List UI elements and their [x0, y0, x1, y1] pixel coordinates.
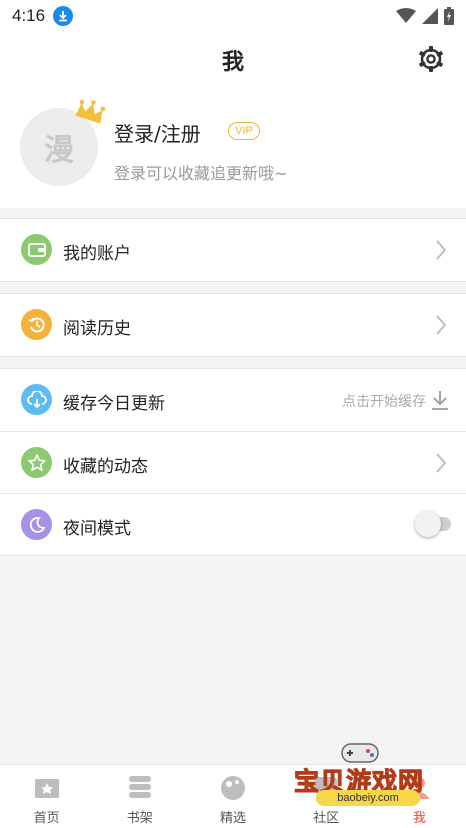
tab-featured[interactable]: 精选 [186, 765, 279, 828]
menu-label-night-mode: 夜间模式 [63, 519, 131, 539]
signal-icon [422, 8, 438, 24]
avatar-placeholder-text: 漫 [44, 133, 74, 168]
community-icon [315, 777, 338, 799]
tab-label-featured: 精选 [220, 811, 247, 826]
gamepad-icon [341, 743, 379, 763]
login-register-link[interactable]: 登录/注册 [114, 118, 201, 147]
wallet-icon [21, 234, 52, 265]
profile-card[interactable]: 漫 登录/注册 VIP 登录可以收藏追更新哦~ [0, 90, 466, 208]
history-icon [21, 309, 52, 340]
battery-icon [444, 7, 454, 25]
menu-label-cache: 缓存今日更新 [63, 394, 165, 414]
menu-item-account[interactable]: 我的账户 [0, 219, 466, 281]
toggle-knob [415, 511, 441, 537]
night-mode-toggle[interactable] [415, 511, 451, 537]
tab-label-community: 社区 [313, 811, 340, 826]
settings-gear-icon[interactable] [416, 44, 446, 74]
tab-community[interactable]: 社区 [280, 765, 373, 828]
chevron-right-icon [436, 453, 447, 473]
status-time: 4:16 [12, 6, 46, 25]
cloud-download-icon [21, 384, 52, 415]
bookshelf-icon [128, 776, 151, 798]
star-icon [21, 447, 52, 478]
tab-bookshelf[interactable]: 书架 [93, 765, 186, 828]
profile-icon [408, 777, 431, 799]
vip-badge: VIP [228, 122, 260, 140]
home-icon [34, 779, 59, 798]
tab-label-profile: 我 [412, 811, 426, 826]
featured-icon [221, 776, 245, 800]
menu-label-account: 我的账户 [63, 244, 131, 264]
wifi-icon [396, 8, 416, 23]
status-bar: 4:16 [0, 0, 466, 32]
chevron-right-icon [436, 315, 447, 335]
page-header: 我 [0, 32, 466, 90]
cache-start-hint[interactable]: 点击开始缓存 [342, 391, 426, 411]
menu-item-cache[interactable]: 缓存今日更新 点击开始缓存 [0, 369, 466, 431]
chevron-right-icon [436, 240, 447, 260]
tab-label-home: 首页 [33, 811, 60, 826]
menu-item-history[interactable]: 阅读历史 [0, 294, 466, 356]
menu-item-favorites[interactable]: 收藏的动态 [0, 431, 466, 493]
menu-label-history: 阅读历史 [63, 319, 131, 339]
menu-group-history: 阅读历史 [0, 293, 466, 357]
download-notification-icon [53, 6, 74, 26]
menu-group-settings: 缓存今日更新 点击开始缓存 收藏的动态 夜间模式 [0, 368, 466, 556]
bottom-tab-bar: 首页 书架 精选 社区 我 [0, 764, 466, 828]
menu-item-night-mode: 夜间模式 [0, 493, 466, 555]
menu-label-favorites: 收藏的动态 [63, 457, 148, 477]
crown-icon [75, 99, 106, 124]
page-title: 我 [221, 50, 244, 75]
menu-group-account: 我的账户 [0, 218, 466, 282]
tab-profile[interactable]: 我 [373, 765, 466, 828]
moon-icon [21, 509, 52, 540]
download-icon[interactable] [430, 389, 450, 411]
login-hint-text: 登录可以收藏追更新哦~ [114, 164, 288, 183]
tab-home[interactable]: 首页 [0, 765, 93, 828]
tab-label-bookshelf: 书架 [126, 811, 153, 826]
